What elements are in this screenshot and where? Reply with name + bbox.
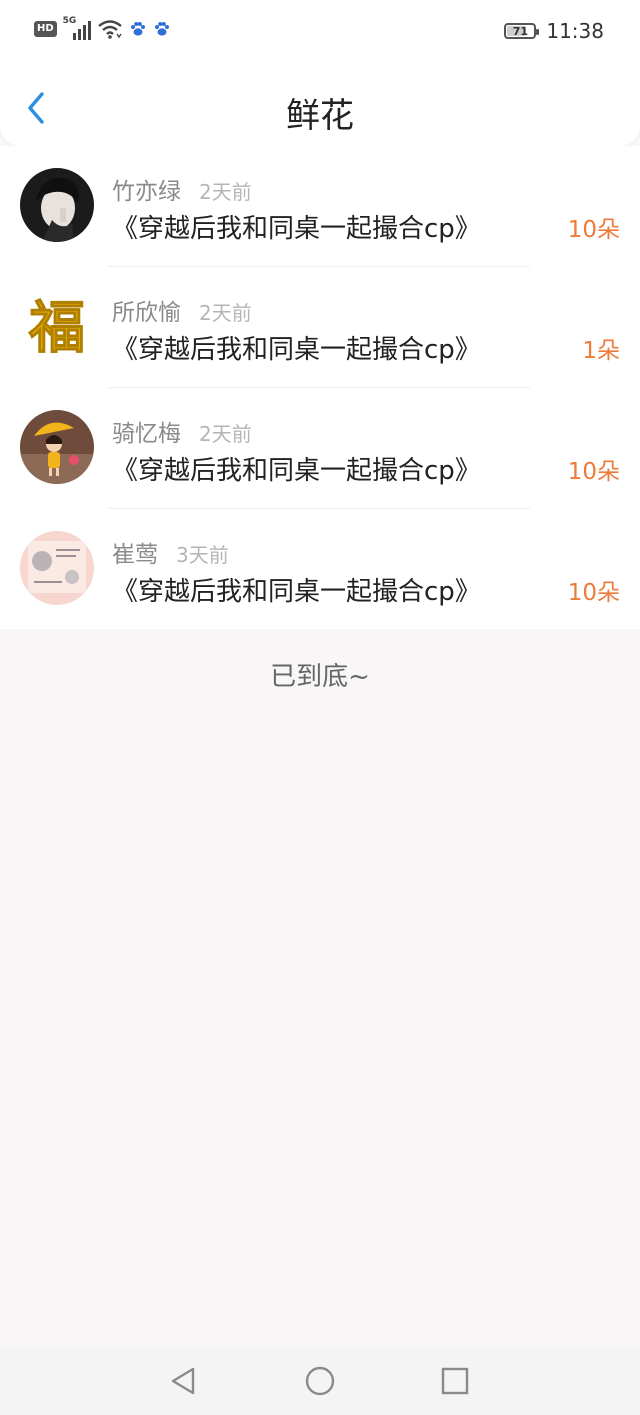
paw-icon: [154, 22, 169, 36]
username[interactable]: 所欣愉: [112, 293, 181, 327]
status-icons-left: HD 5G: [34, 16, 171, 40]
hd-icon: HD: [34, 21, 57, 37]
system-nav-bar: [0, 1346, 640, 1415]
flower-count: 1朵: [582, 338, 620, 364]
avatar[interactable]: 福: [20, 289, 94, 363]
list-item[interactable]: 福 所欣愉 2天前 《穿越后我和同桌一起撮合cp》 1朵: [0, 267, 640, 388]
status-bar: HD 5G 71 11:38: [0, 0, 640, 64]
back-triangle-icon[interactable]: [166, 1364, 200, 1398]
avatar[interactable]: [20, 410, 94, 484]
timestamp: 2天前: [199, 301, 252, 325]
username[interactable]: 崔莺: [112, 535, 158, 569]
timestamp: 3天前: [176, 543, 229, 567]
recents-square-icon[interactable]: [438, 1364, 472, 1398]
status-icons-right: 71 11:38: [504, 19, 604, 43]
username[interactable]: 骑忆梅: [112, 414, 181, 448]
book-title[interactable]: 《穿越后我和同桌一起撮合cp》: [112, 329, 481, 366]
clock: 11:38: [546, 19, 604, 43]
book-title[interactable]: 《穿越后我和同桌一起撮合cp》: [112, 450, 481, 487]
fu-logo: 福: [28, 295, 85, 361]
flower-list: 竹亦绿 2天前 《穿越后我和同桌一起撮合cp》 10朵 福 所欣愉 2天前 《穿…: [0, 146, 640, 629]
list-item[interactable]: 崔莺 3天前 《穿越后我和同桌一起撮合cp》 10朵: [0, 509, 640, 630]
username[interactable]: 竹亦绿: [112, 172, 181, 206]
flower-count: 10朵: [567, 580, 620, 606]
avatar[interactable]: [20, 531, 94, 605]
timestamp: 2天前: [199, 180, 252, 204]
list-item[interactable]: 骑忆梅 2天前 《穿越后我和同桌一起撮合cp》 10朵: [0, 388, 640, 509]
flower-count: 10朵: [567, 217, 620, 243]
page-title: 鲜花: [286, 96, 354, 136]
wifi-icon: [97, 20, 122, 39]
book-title[interactable]: 《穿越后我和同桌一起撮合cp》: [112, 571, 481, 608]
list-item[interactable]: 竹亦绿 2天前 《穿越后我和同桌一起撮合cp》 10朵: [0, 146, 640, 267]
end-of-list-text: 已到底~: [270, 662, 370, 692]
battery-level: 71: [512, 24, 529, 38]
avatar[interactable]: [20, 168, 94, 242]
signal-icon: 5G: [63, 16, 91, 40]
book-title[interactable]: 《穿越后我和同桌一起撮合cp》: [112, 208, 481, 245]
battery-icon: 71: [504, 23, 540, 39]
paw-icon: [130, 22, 145, 36]
header-bar: 鲜花: [0, 64, 640, 146]
home-circle-icon[interactable]: [303, 1364, 337, 1398]
flower-count: 10朵: [567, 459, 620, 485]
timestamp: 2天前: [199, 422, 252, 446]
